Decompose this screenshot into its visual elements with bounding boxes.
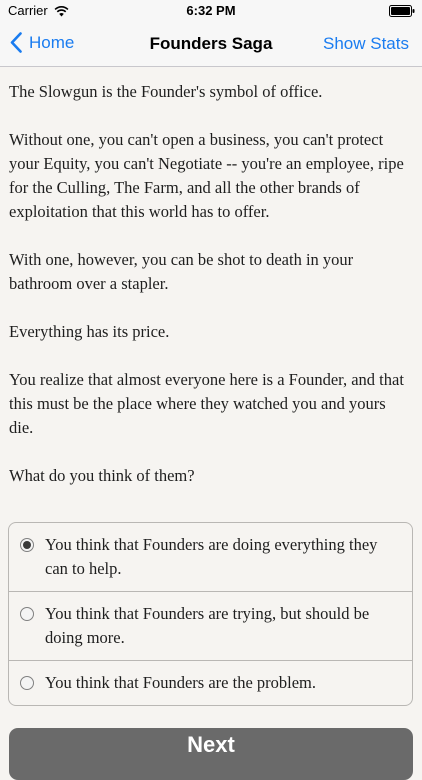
story-paragraph: Everything has its price. <box>9 322 170 341</box>
choice-label: You think that Founders are trying, but … <box>45 604 370 647</box>
chevron-left-icon <box>10 32 22 53</box>
navigation-bar: Home Founders Saga Show Stats <box>0 22 422 67</box>
story-paragraph: You realize that almost everyone here is… <box>9 370 404 437</box>
back-button[interactable]: Home <box>10 32 74 53</box>
battery-icon <box>389 5 415 17</box>
radio-selected-icon[interactable] <box>20 538 34 552</box>
radio-unselected-icon[interactable] <box>20 607 34 621</box>
status-bar: Carrier 6:32 PM <box>0 0 422 22</box>
choice-option-1[interactable]: You think that Founders are doing everyt… <box>9 523 412 591</box>
question-text: What do you think of them? <box>9 466 195 485</box>
next-button[interactable]: Next <box>9 728 413 780</box>
story-paragraph: Without one, you can't open a business, … <box>9 130 404 221</box>
story-paragraph: With one, however, you can be shot to de… <box>9 250 354 293</box>
choice-option-3[interactable]: You think that Founders are the problem. <box>9 660 412 705</box>
story-paragraph: The Slowgun is the Founder's symbol of o… <box>9 82 323 101</box>
choice-label: You think that Founders are the problem. <box>45 673 317 692</box>
choice-list: You think that Founders are doing everyt… <box>8 522 413 706</box>
story-text: The Slowgun is the Founder's symbol of o… <box>9 80 413 512</box>
choice-option-2[interactable]: You think that Founders are trying, but … <box>9 591 412 660</box>
status-time: 6:32 PM <box>186 3 236 18</box>
radio-unselected-icon[interactable] <box>20 676 34 690</box>
back-button-label: Home <box>29 32 75 52</box>
choice-label: You think that Founders are doing everyt… <box>45 535 378 578</box>
show-stats-button[interactable]: Show Stats <box>323 34 409 54</box>
